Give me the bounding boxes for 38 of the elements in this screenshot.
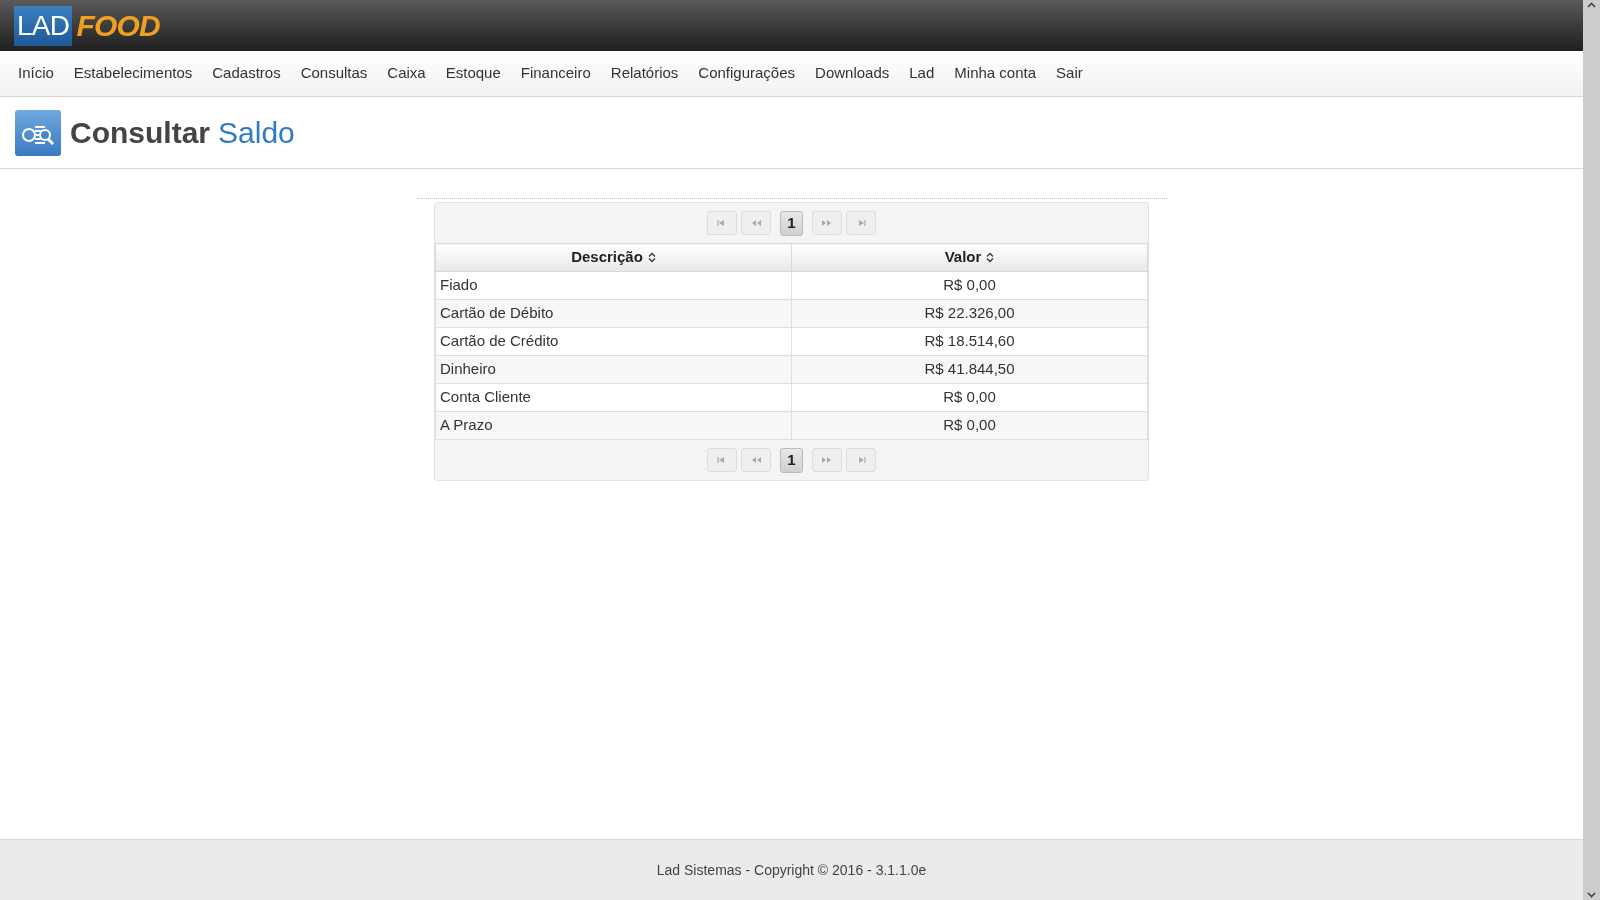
sort-icon[interactable] bbox=[647, 252, 656, 263]
menu-item[interactable]: Lad bbox=[899, 62, 945, 85]
column-header[interactable]: Valor bbox=[791, 243, 1148, 272]
table-cell: R$ 18.514,60 bbox=[791, 327, 1148, 356]
table-cell: Dinheiro bbox=[435, 355, 792, 384]
page-title: Consultar bbox=[70, 115, 210, 151]
menu-item[interactable]: Financeiro bbox=[510, 62, 601, 85]
scrollbar[interactable] bbox=[1583, 0, 1600, 900]
column-header[interactable]: Descrição bbox=[435, 243, 792, 272]
table-cell: R$ 0,00 bbox=[791, 411, 1148, 440]
table-cell: R$ 41.844,50 bbox=[791, 355, 1148, 384]
menu-item[interactable]: Downloads bbox=[805, 62, 900, 85]
logo[interactable]: LAD FOOD bbox=[14, 3, 161, 48]
scroll-down-icon[interactable] bbox=[1586, 889, 1597, 900]
table-cell: Cartão de Débito bbox=[435, 299, 792, 328]
menu-item[interactable]: Consultas bbox=[290, 62, 378, 85]
menu-item[interactable]: Minha conta bbox=[944, 62, 1047, 85]
menu-item[interactable]: Estabelecimentos bbox=[63, 62, 203, 85]
page-button[interactable]: 1 bbox=[780, 210, 803, 236]
page-title-subject: Saldo bbox=[218, 115, 295, 151]
copyright-text: Lad Sistemas - Copyright © 2016 - 3.1.1.0e bbox=[656, 860, 927, 880]
page-button[interactable]: 1 bbox=[780, 447, 803, 473]
menu-item[interactable]: Configurações bbox=[688, 62, 806, 85]
table-cell: R$ 22.326,00 bbox=[791, 299, 1148, 328]
menu-item[interactable]: Sair bbox=[1046, 62, 1093, 85]
table-cell: R$ 0,00 bbox=[791, 271, 1148, 300]
menu-item[interactable]: Início bbox=[8, 62, 64, 85]
table-cell: R$ 0,00 bbox=[791, 383, 1148, 412]
menu-item[interactable]: Estoque bbox=[435, 62, 511, 85]
money-search-icon bbox=[15, 109, 61, 156]
table-cell: Conta Cliente bbox=[435, 383, 792, 412]
table-cell: Cartão de Crédito bbox=[435, 327, 792, 356]
sort-icon[interactable] bbox=[986, 252, 995, 263]
table-cell: A Prazo bbox=[435, 411, 792, 440]
menu-item[interactable]: Relatórios bbox=[600, 62, 689, 85]
menu-item[interactable]: Caixa bbox=[377, 62, 436, 85]
table-cell: Fiado bbox=[435, 271, 792, 300]
menu-item[interactable]: Cadastros bbox=[202, 62, 291, 85]
